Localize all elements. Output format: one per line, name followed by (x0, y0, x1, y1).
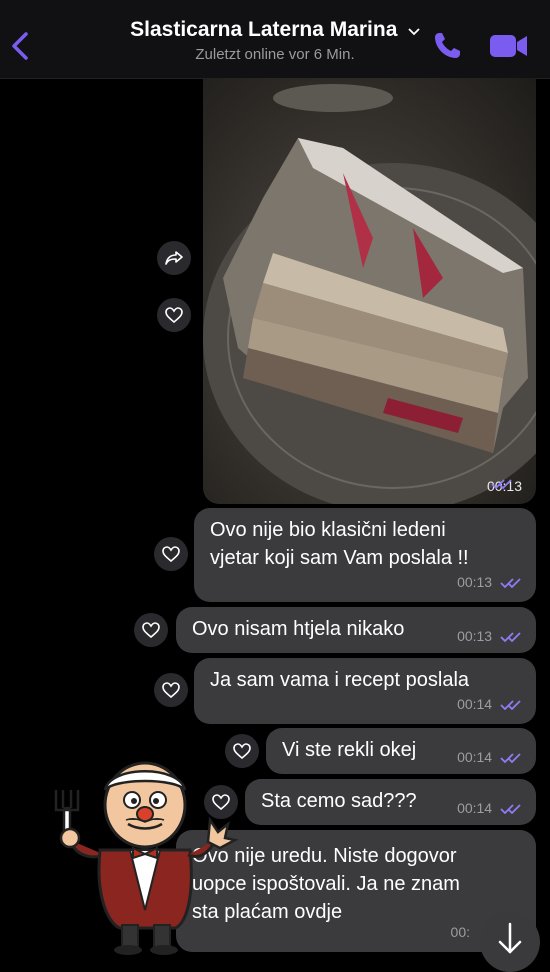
message-timestamp: 00:14 (457, 690, 522, 718)
message-text: Ovo nije bio klasični ledeni vjetar koji… (210, 519, 469, 569)
message-text: Sta cemo sad??? (261, 790, 417, 812)
message-bubble[interactable]: Ovo nije bio klasični ledeni vjetar koji… (194, 508, 536, 602)
message-timestamp: 00:13 (457, 622, 522, 650)
message-bubble[interactable]: Sta cemo sad??? 00:14 (245, 779, 536, 825)
forward-button[interactable] (157, 241, 191, 275)
arrow-down-icon (498, 922, 522, 954)
heart-icon (233, 743, 251, 759)
double-check-icon (500, 753, 521, 764)
heart-icon (165, 307, 183, 323)
message-bubble[interactable]: Ovo nisam htjela nikako 00:13 (176, 607, 536, 653)
contact-title[interactable]: Slasticarna Laterna Marina Zuletzt onlin… (0, 18, 550, 63)
heart-icon (162, 682, 180, 698)
message-bubble[interactable]: Ja sam vama i recept poslala 00:14 (194, 658, 536, 724)
message-timestamp: 00: (450, 924, 470, 940)
message-bubble[interactable]: Vi ste rekli okej 00:14 (266, 728, 536, 774)
share-arrow-icon (165, 251, 183, 265)
like-button[interactable] (157, 298, 191, 332)
double-check-icon (500, 632, 521, 643)
photo-message[interactable]: 00:13 (203, 78, 536, 504)
message-text: Vi ste rekli okej (282, 739, 417, 761)
message-text: Ovo nisam htjela nikako (192, 618, 405, 640)
chat-header: Slasticarna Laterna Marina Zuletzt onlin… (0, 0, 550, 79)
scroll-to-bottom-button[interactable] (480, 912, 540, 972)
double-check-icon (500, 578, 521, 589)
double-check-icon (500, 804, 521, 815)
message-timestamp: 00:13 (457, 568, 522, 596)
like-button[interactable] (154, 537, 188, 571)
video-call-icon[interactable] (489, 32, 529, 60)
message-timestamp: 00:13 (486, 478, 522, 494)
waiter-mascot-icon (54, 761, 239, 955)
last-seen-status: Zuletzt online vor 6 Min. (195, 46, 355, 63)
double-check-icon (491, 479, 512, 490)
message-timestamp: 00:14 (457, 794, 522, 822)
message-timestamp: 00:14 (457, 743, 522, 771)
double-check-icon (500, 700, 521, 711)
like-button[interactable] (134, 613, 168, 647)
heart-icon (162, 546, 180, 562)
chevron-down-icon[interactable] (408, 28, 420, 36)
heart-icon (142, 622, 160, 638)
like-button[interactable] (154, 673, 188, 707)
message-text: Ja sam vama i recept poslala (210, 669, 470, 691)
phone-call-icon[interactable] (432, 31, 462, 61)
cake-photo (203, 84, 536, 504)
contact-name[interactable]: Slasticarna Laterna Marina (130, 18, 397, 42)
